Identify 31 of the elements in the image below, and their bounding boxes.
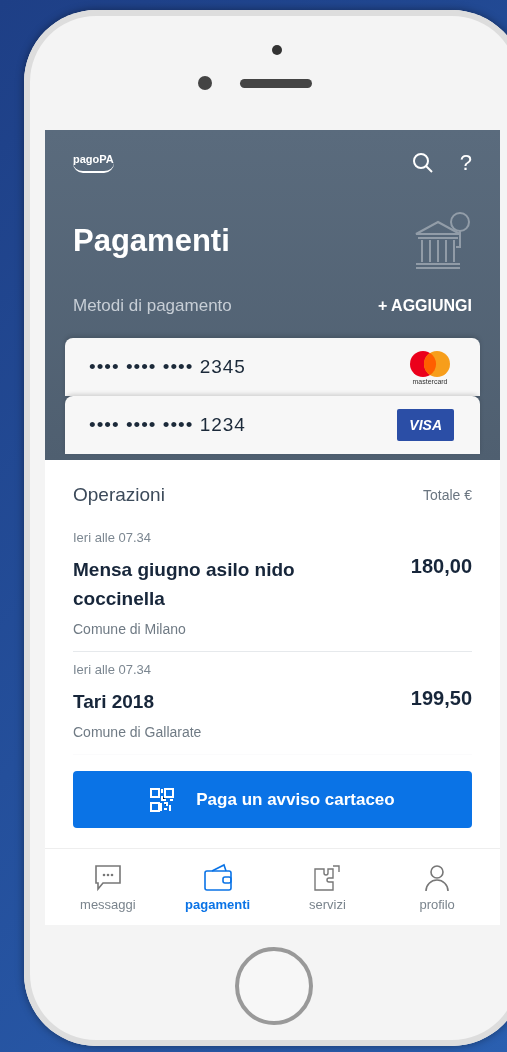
camera-dot [272,45,282,55]
pay-notice-button[interactable]: Paga un avviso cartaceo [73,771,472,828]
column-label: Totale € [422,487,472,503]
section-title: Operazioni [73,484,165,506]
nav-tab[interactable]: servizi [277,861,378,913]
operation-payee: Comune di Gallarate [73,724,203,740]
operation-title[interactable]: Tari 2018 [73,687,154,716]
operation-date: Ieri alle 07.34 [73,530,153,545]
operation-title[interactable]: Mensa giugno asilo nido coccinella [73,555,333,613]
nav-tab[interactable]: pagamenti [167,861,268,913]
page-title: Pagamenti [73,223,230,259]
front-camera [198,76,212,90]
speaker-grille [240,79,312,88]
qr-code-icon [150,787,175,812]
help-button[interactable]: ? [459,150,472,176]
card-number: •••• •••• •••• 2345 [89,356,246,378]
visa-logo: VISA [397,409,454,441]
nav-tab[interactable]: profilo [387,861,488,913]
operation-date: Ieri alle 07.34 [73,662,153,677]
add-button[interactable]: + AGGIUNGI [377,297,472,315]
wallet-icon [201,862,234,893]
chat-bubble-icon [92,862,123,893]
nav-tab[interactable]: messaggi [57,861,158,913]
section-label: Metodi di pagamento [73,296,232,316]
operation-amount: 180,00 [410,555,472,579]
operation-payee: Comune di Milano [73,621,187,637]
operation-amount: 199,50 [410,687,472,711]
app-logo: pagoPA [73,153,114,173]
search-icon[interactable] [411,152,434,174]
card-number: •••• •••• •••• 1234 [89,414,246,436]
payment-card[interactable]: •••• •••• •••• 1234 VISA [65,396,480,454]
